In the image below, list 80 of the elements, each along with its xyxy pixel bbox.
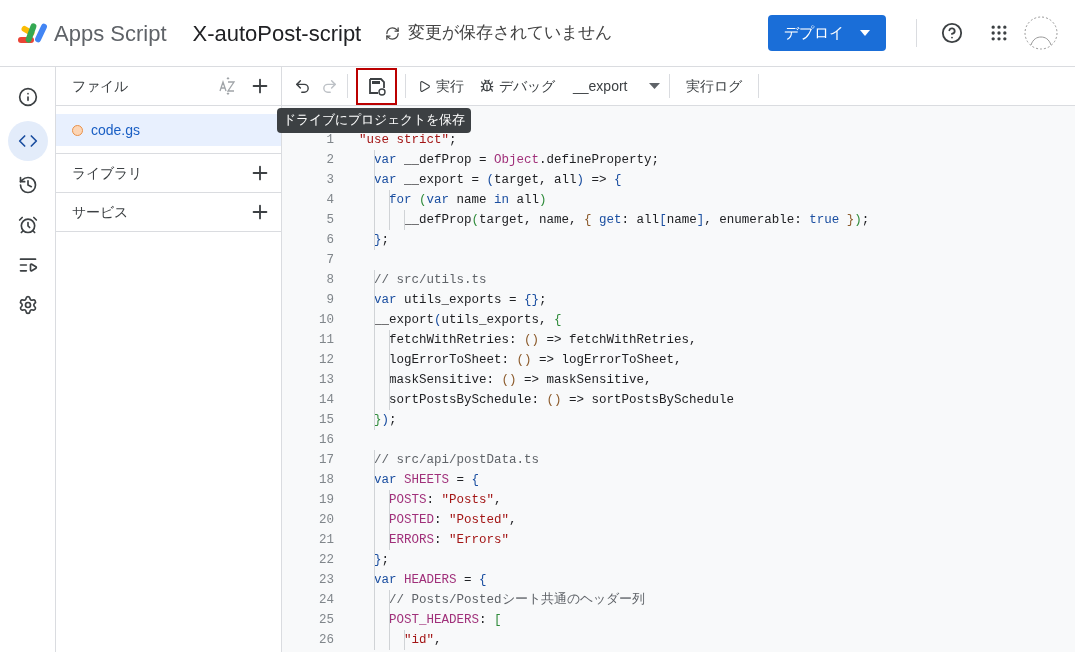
caret-icon <box>649 83 661 89</box>
code-line: ERRORS: "Errors" <box>388 531 510 549</box>
code-line: }); <box>373 411 397 429</box>
code-line: __defProp(target, name, { get: all[name], enumerable: true }); <box>403 211 870 229</box>
caret-icon <box>860 30 870 36</box>
product-name: Apps Script <box>54 19 167 48</box>
line-number: 24 <box>318 591 334 609</box>
code-line: var __export = (target, all) => { <box>373 171 622 189</box>
code-line: POST_HEADERS: [ <box>388 611 502 629</box>
line-number: 22 <box>318 551 334 569</box>
history-icon <box>17 175 38 195</box>
section-heading: ライブラリ <box>72 163 142 183</box>
code-line: logErrorToSheet: () => logErrorToSheet, <box>388 351 682 369</box>
undo-icon[interactable] <box>294 77 311 95</box>
code-line: // src/utils.ts <box>373 271 487 289</box>
code-line: var HEADERS = { <box>373 571 487 589</box>
file-item[interactable]: code.gs <box>56 114 281 146</box>
line-number: 3 <box>325 171 334 189</box>
line-number: 13 <box>318 371 334 389</box>
code-line: var __defProp = Object.defineProperty; <box>373 151 660 169</box>
line-number: 25 <box>318 611 334 629</box>
execution-log-button[interactable]: 実行ログ <box>686 75 743 97</box>
line-number: 9 <box>325 291 334 309</box>
debug-button[interactable]: デバッグ <box>480 75 555 97</box>
line-number: 18 <box>318 471 334 489</box>
help-icon[interactable] <box>941 22 963 44</box>
code-line: POSTED: "Posted", <box>388 511 517 529</box>
line-number: 7 <box>325 251 334 269</box>
settings-icon <box>17 295 38 315</box>
file-name: code.gs <box>91 120 141 140</box>
list-play-icon <box>17 255 38 275</box>
line-number: 23 <box>318 571 334 589</box>
apps-grid-icon[interactable] <box>989 23 1009 43</box>
code-line: "use strict"; <box>359 131 457 149</box>
line-number: 26 <box>318 631 334 649</box>
line-number: 15 <box>318 411 334 429</box>
code-line: __export(utils_exports, { <box>373 311 562 329</box>
debug-icon <box>480 79 494 93</box>
line-number: 16 <box>318 431 334 449</box>
info-icon <box>17 87 38 107</box>
line-number: 21 <box>318 531 334 549</box>
rail-button[interactable] <box>7 121 48 161</box>
code-line: // src/api/postData.ts <box>373 451 540 469</box>
code-line: POSTS: "Posts", <box>388 491 502 509</box>
save-status: 変更が保存されていません <box>408 22 613 45</box>
code-line: var SHEETS = { <box>373 471 480 489</box>
deploy-button[interactable]: デプロイ <box>768 15 886 51</box>
code-line: var utils_exports = {}; <box>373 291 547 309</box>
line-number: 14 <box>318 391 334 409</box>
files-heading: ファイル <box>72 76 128 96</box>
line-number: 8 <box>325 271 334 289</box>
line-number: 12 <box>318 351 334 369</box>
tooltip: ドライブにプロジェクトを保存 <box>277 108 471 133</box>
run-button[interactable]: 実行 <box>418 75 464 97</box>
code-line: }; <box>373 551 390 569</box>
line-number: 10 <box>318 311 334 329</box>
code-line: for (var name in all) <box>388 191 547 209</box>
line-number: 2 <box>325 151 334 169</box>
alarm-clock-icon <box>17 215 38 235</box>
sync-icon <box>385 25 401 41</box>
save-to-drive-icon <box>366 76 387 96</box>
play-icon <box>418 79 431 93</box>
line-number: 4 <box>325 191 334 209</box>
code-line: // Posts/Postedシート共通のヘッダー列 <box>388 591 645 609</box>
code-line: }; <box>373 231 390 249</box>
line-number: 20 <box>318 511 334 529</box>
line-number: 6 <box>325 231 334 249</box>
line-number: 1 <box>325 131 334 149</box>
code-line: sortPostsBySchedule: () => sortPostsBySchedule <box>388 391 735 409</box>
line-number: 17 <box>318 451 334 469</box>
code-line: fetchWithRetries: () => fetchWithRetries, <box>388 331 697 349</box>
project-title[interactable]: X-autoPost-script <box>192 16 362 50</box>
line-number: 5 <box>325 211 334 229</box>
save-button[interactable] <box>356 67 397 105</box>
line-number: 19 <box>318 491 334 509</box>
line-number: 11 <box>318 331 334 349</box>
section-heading: サービス <box>72 202 128 222</box>
code-line: maskSensitive: () => maskSensitive, <box>388 371 652 389</box>
function-dropdown[interactable]: __export <box>573 75 661 97</box>
code-line: "id", <box>403 631 442 649</box>
